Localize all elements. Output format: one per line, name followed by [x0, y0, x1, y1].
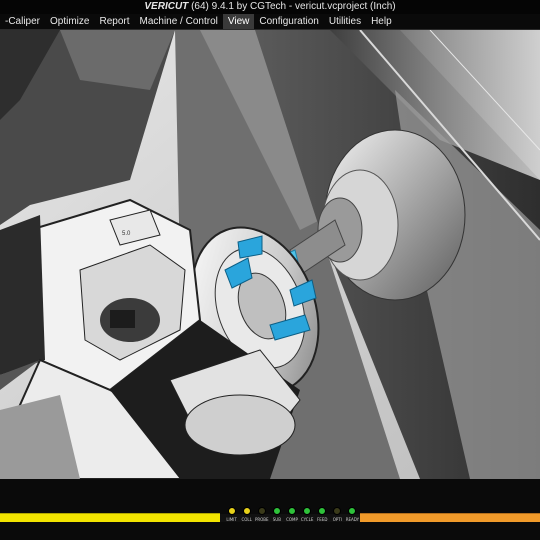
led-feed: FEED	[315, 507, 330, 533]
progress-bar-right	[360, 513, 540, 522]
machine-scene: 5.0	[0, 30, 540, 479]
led-cycle-indicator	[303, 507, 312, 515]
menu-help[interactable]: Help	[366, 14, 397, 29]
led-limit: LIMIT	[224, 507, 239, 533]
led-sub-indicator	[272, 507, 281, 515]
led-limit-indicator	[227, 507, 236, 515]
menu-machine-control[interactable]: Machine / Control	[134, 14, 222, 29]
led-ready-indicator	[348, 507, 357, 515]
menu-view[interactable]: View	[222, 14, 255, 29]
menu-bar: -Caliper Optimize Report Machine / Contr…	[0, 14, 540, 30]
led-coll: COLL	[239, 507, 254, 533]
led-feed-indicator	[318, 507, 327, 515]
led-comp: COMP	[284, 507, 299, 533]
led-opti: OPTI	[330, 507, 345, 533]
progress-bar-left	[0, 513, 220, 522]
window-title-text: (64) 9.4.1 by CGTech - vericut.vcproject…	[191, 1, 396, 12]
led-ready: READY	[345, 507, 360, 533]
menu-configuration[interactable]: Configuration	[254, 14, 323, 29]
fixture-label: 5.0	[122, 231, 131, 237]
menu-report[interactable]: Report	[94, 14, 134, 29]
status-leds: LIMIT COLL PROBE SUB COMP CYCLE FEED OPT…	[224, 507, 360, 533]
led-sub: SUB	[269, 507, 284, 533]
menu-optimize[interactable]: Optimize	[45, 14, 94, 29]
menu-utilities[interactable]: Utilities	[324, 14, 366, 29]
led-comp-indicator	[287, 507, 296, 515]
menu-caliper[interactable]: -Caliper	[0, 14, 45, 29]
status-panel: LIMIT COLL PROBE SUB COMP CYCLE FEED OPT…	[0, 479, 540, 540]
led-probe-indicator	[257, 507, 266, 515]
window-title-bar: VERICUT (64) 9.4.1 by CGTech - vericut.v…	[0, 0, 540, 14]
led-probe: PROBE	[254, 507, 269, 533]
led-opti-indicator	[333, 507, 342, 515]
led-cycle: CYCLE	[300, 507, 315, 533]
simulation-viewport[interactable]: 5.0	[0, 30, 540, 479]
led-coll-indicator	[242, 507, 251, 515]
app-brand: VERICUT	[144, 1, 189, 12]
